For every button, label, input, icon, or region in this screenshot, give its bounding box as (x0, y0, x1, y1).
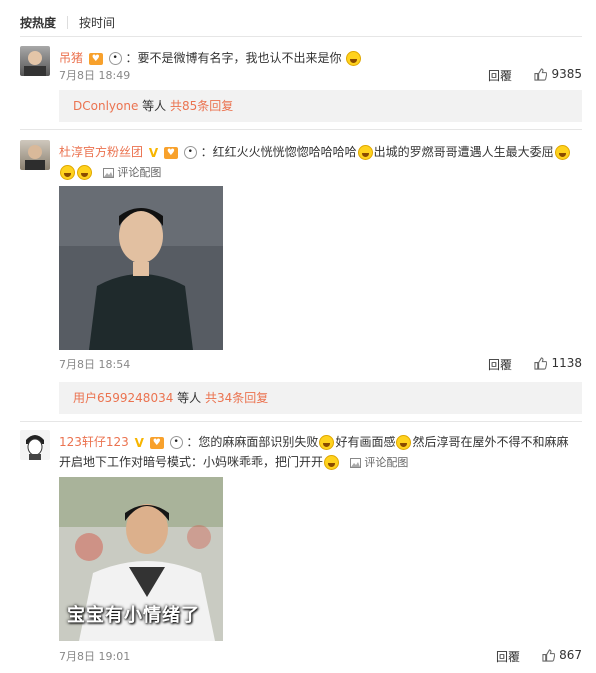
comment-time: 7月8日 18:54 (59, 358, 131, 371)
laugh-emoji-icon (319, 435, 335, 450)
vip-badge-icon: ♥ (163, 146, 178, 159)
view-comment-image-label: 评论配图 (364, 456, 409, 469)
comment-item: 杜淳官方粉丝团 V ♥ • ：红红火火恍恍惚惚哈哈哈哈 出城的罗燃哥哥遭遇人生最大… (20, 140, 582, 372)
subreply-user[interactable]: 用户6599248034 (73, 391, 173, 405)
divider (20, 36, 582, 37)
panda-badge-icon: • (108, 52, 122, 65)
divider (67, 16, 69, 29)
divider (20, 129, 582, 130)
reply-button[interactable]: 回覆 (488, 356, 512, 373)
like-button[interactable]: 1138 (534, 356, 582, 370)
laugh-emoji-icon (346, 51, 362, 66)
like-button[interactable]: 867 (542, 648, 582, 662)
avatar-image (24, 51, 46, 76)
avatar[interactable] (20, 46, 50, 76)
view-comment-image-link[interactable]: 评论配图 (102, 166, 162, 179)
laugh-emoji-icon (77, 165, 92, 180)
comment-item: 吊猪 ♥ • ：要不是微博有名字，我也认不出来是你 7月8日 18:49 回覆 … (20, 46, 582, 86)
divider (20, 421, 582, 422)
like-count: 867 (559, 648, 582, 662)
avatar[interactable] (20, 140, 50, 170)
comment-photo[interactable]: 宝宝有小情绪了 (59, 477, 223, 641)
sort-bar: 按热度 按时间 (20, 14, 115, 31)
comment-time: 7月8日 18:49 (59, 69, 131, 82)
comment-text: 出城的罗燃哥哥遭遇人生最大委屈 (373, 145, 554, 159)
image-icon (102, 168, 114, 178)
comment-meta: 7月8日 18:54 回覆 1138 (59, 356, 582, 372)
comment-meta: 7月8日 18:49 回覆 9385 (59, 67, 582, 83)
reply-button[interactable]: 回覆 (496, 648, 520, 665)
subreply-count[interactable]: 共85条回复 (170, 99, 233, 113)
avatar[interactable] (20, 430, 50, 460)
like-count: 1138 (551, 356, 582, 370)
panda-badge-icon: • (169, 436, 183, 449)
comment-body: 123轩仔123 V ♥ • ：您的麻麻面部识别失败 好有画面感 然后淳哥在屋外不得… (59, 432, 572, 473)
subreply-summary[interactable]: DConlyone 等人 共85条回复 (59, 90, 582, 122)
like-button[interactable]: 9385 (534, 67, 582, 81)
comment-time: 7月8日 19:01 (59, 650, 131, 663)
comment-text: 好有画面感 (335, 435, 396, 449)
view-comment-image-label: 评论配图 (117, 166, 162, 179)
view-comment-image-link[interactable]: 评论配图 (349, 456, 409, 469)
subreply-suffix: 等人 (173, 391, 205, 405)
thumbs-up-icon (534, 356, 548, 370)
subreply-summary[interactable]: 用户6599248034 等人 共34条回复 (59, 382, 582, 414)
subreply-user[interactable]: DConlyone (73, 99, 138, 113)
photo-man-image (59, 186, 223, 350)
verified-v-icon: V (134, 435, 144, 450)
comment-text: ：您的麻麻面部识别失败 (186, 435, 319, 449)
reply-button[interactable]: 回覆 (488, 67, 512, 84)
laugh-emoji-icon (324, 455, 340, 470)
like-count: 9385 (551, 67, 582, 81)
laugh-emoji-icon (357, 145, 373, 160)
avatar-image (25, 145, 45, 170)
comment-username[interactable]: 吊猪 (59, 51, 83, 65)
comment-body: 吊猪 ♥ • ：要不是微博有名字，我也认不出来是你 (59, 48, 582, 68)
comment-body: 杜淳官方粉丝团 V ♥ • ：红红火火恍恍惚惚哈哈哈哈 出城的罗燃哥哥遭遇人生最大… (59, 142, 572, 183)
subreply-count[interactable]: 共34条回复 (205, 391, 268, 405)
laugh-emoji-icon (396, 435, 412, 450)
comment-username[interactable]: 杜淳官方粉丝团 (59, 145, 143, 159)
comment-meta: 7月8日 19:01 回覆 867 (59, 648, 582, 664)
sort-by-hot[interactable]: 按热度 (20, 14, 56, 31)
avatar-image (26, 435, 44, 460)
comment-username[interactable]: 123轩仔123 (59, 435, 129, 449)
sort-by-time[interactable]: 按时间 (79, 14, 115, 31)
laugh-emoji-icon (554, 145, 570, 160)
panda-badge-icon: • (183, 146, 197, 159)
comment-photo[interactable] (59, 186, 223, 350)
thumbs-up-icon (534, 67, 548, 81)
laugh-emoji-icon (60, 165, 75, 180)
comment-item: 123轩仔123 V ♥ • ：您的麻麻面部识别失败 好有画面感 然后淳哥在屋外不得… (20, 430, 582, 670)
vip-badge-icon: ♥ (149, 436, 164, 449)
vip-badge-icon: ♥ (88, 52, 103, 65)
verified-v-icon: V (148, 145, 159, 160)
subreply-suffix: 等人 (138, 99, 170, 113)
photo-caption: 宝宝有小情绪了 (67, 605, 200, 626)
comment-text: ：要不是微博有名字，我也认不出来是你 (125, 51, 342, 65)
comment-text: ：红红火火恍恍惚惚哈哈哈哈 (200, 145, 357, 159)
thumbs-up-icon (542, 648, 556, 662)
image-icon (349, 458, 361, 468)
